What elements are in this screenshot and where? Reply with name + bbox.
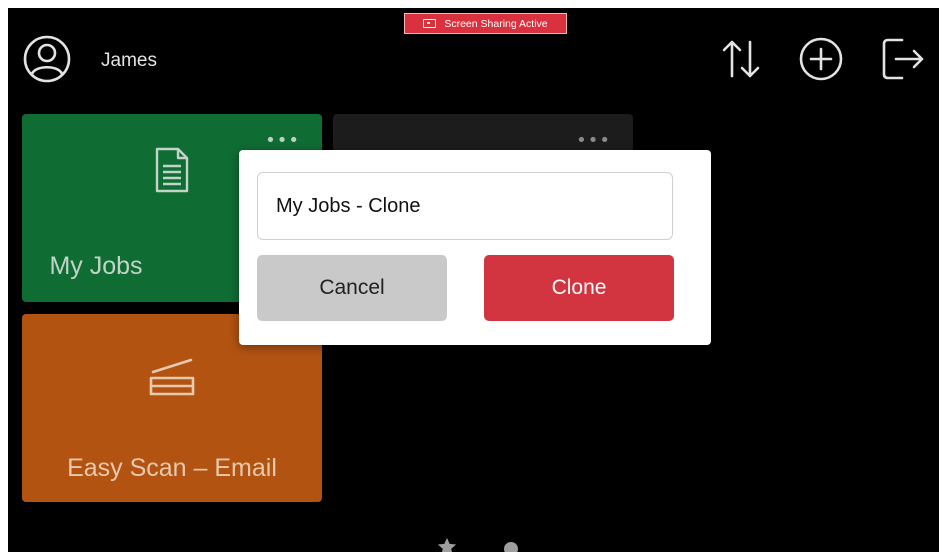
add-circle-icon[interactable] <box>798 36 844 82</box>
user-profile[interactable]: James <box>22 34 157 88</box>
clone-dialog: Cancel Clone <box>239 150 711 345</box>
tile-menu-button[interactable]: ••• <box>576 132 611 150</box>
star-icon[interactable] <box>436 536 458 552</box>
scanner-icon <box>147 356 197 404</box>
tile-menu-button[interactable]: ••• <box>265 132 300 150</box>
cancel-button[interactable]: Cancel <box>257 255 447 321</box>
sort-arrows-icon[interactable] <box>718 36 764 82</box>
tile-label: My Jobs <box>49 252 143 280</box>
clone-name-input[interactable] <box>257 172 673 240</box>
tile-label: Easy Scan – Email <box>67 454 277 482</box>
monitor-icon <box>423 19 437 28</box>
document-icon <box>154 146 190 198</box>
page-indicator <box>436 536 518 552</box>
screen-sharing-banner: Screen Sharing Active <box>404 13 567 34</box>
clone-button[interactable]: Clone <box>484 255 674 321</box>
page-dot[interactable] <box>504 542 518 552</box>
logout-icon[interactable] <box>880 36 926 82</box>
user-circle-icon <box>22 34 72 88</box>
screen-sharing-label: Screen Sharing Active <box>444 17 548 30</box>
user-name: James <box>101 50 157 71</box>
